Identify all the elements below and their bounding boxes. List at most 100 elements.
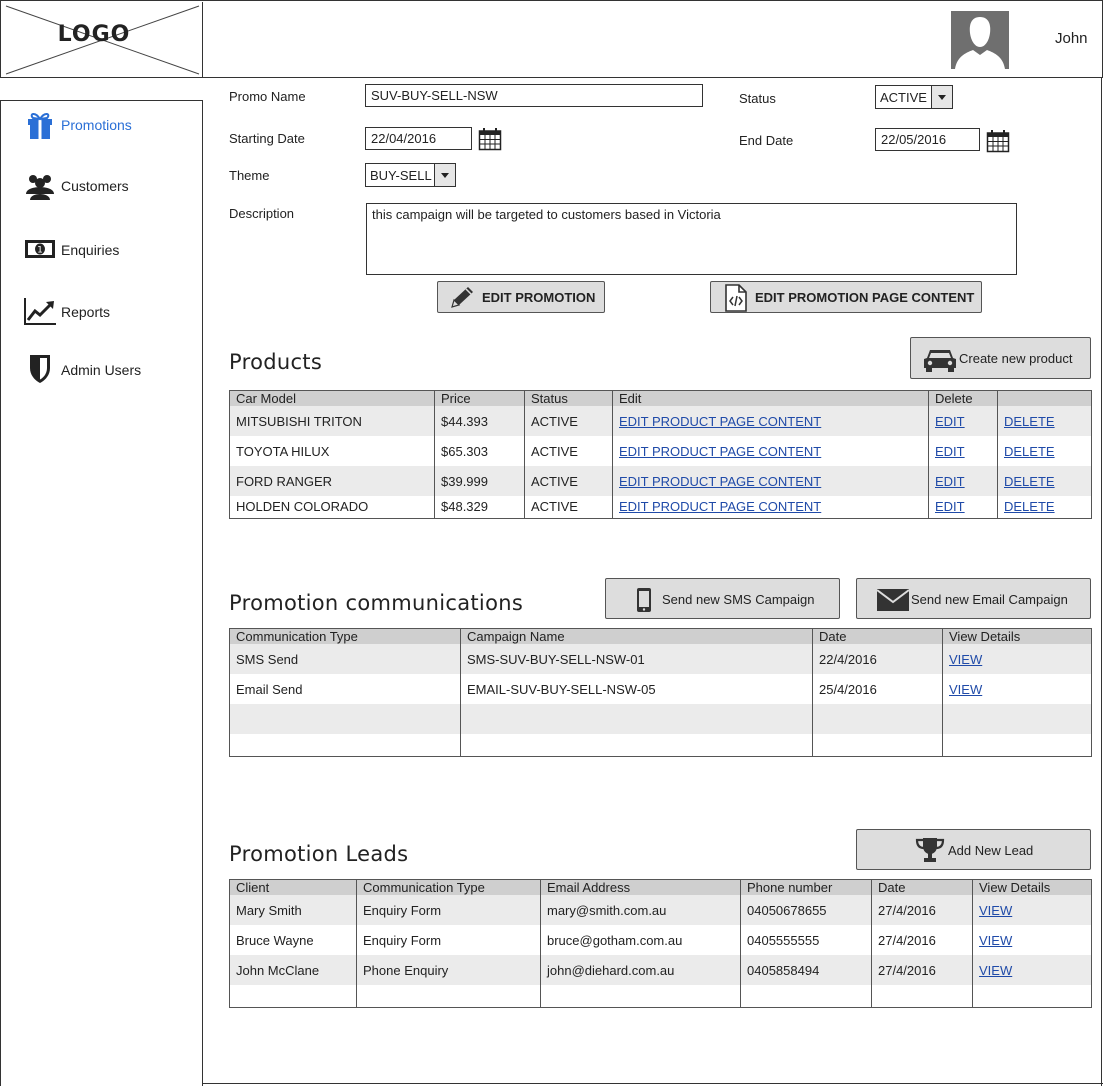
status-cell: ACTIVE: [524, 436, 613, 466]
date-cell: 25/4/2016: [812, 674, 943, 704]
column-header: Phone number: [740, 879, 872, 895]
date-cell: 27/4/2016: [871, 955, 973, 985]
sidebar-item-label: Promotions: [61, 117, 132, 133]
description-label: Description: [229, 206, 295, 221]
edit-product-page-content-link[interactable]: EDIT PRODUCT PAGE CONTENT: [619, 499, 821, 514]
column-header: Date: [812, 628, 943, 644]
status-label: Status: [739, 91, 776, 106]
column-header: Email Address: [540, 879, 741, 895]
sidebar-item-label: Enquiries: [61, 242, 120, 258]
envelope-icon: [876, 589, 910, 611]
communication-type-cell: Email Send: [236, 681, 303, 697]
edit-promotion-button[interactable]: EDIT PROMOTION: [437, 281, 605, 313]
user-avatar-icon: [951, 11, 1009, 69]
table-header-row: Communication Type Campaign Name Date Vi…: [229, 628, 1092, 644]
edit-product-link[interactable]: EDIT: [935, 474, 965, 489]
campaign-name-cell: EMAIL-SUV-BUY-SELL-NSW-05: [460, 674, 813, 704]
edit-product-page-content-link[interactable]: EDIT PRODUCT PAGE CONTENT: [619, 414, 821, 429]
table-row: MITSUBISHI TRITON $44.393 ACTIVE EDIT PR…: [229, 406, 1092, 436]
table-row-empty: [229, 704, 1092, 734]
pencil-icon: [451, 287, 473, 308]
send-sms-campaign-button[interactable]: Send new SMS Campaign: [605, 578, 840, 619]
view-details-link[interactable]: VIEW: [979, 933, 1012, 948]
chevron-down-icon[interactable]: [931, 86, 952, 108]
edit-product-page-content-link[interactable]: EDIT PRODUCT PAGE CONTENT: [619, 474, 821, 489]
column-header: Edit: [612, 390, 929, 406]
edit-product-link[interactable]: EDIT: [935, 414, 965, 429]
table-row: Mary Smith Enquiry Form mary@smith.com.a…: [229, 895, 1092, 925]
sidebar-item-customers[interactable]: Customers: [23, 168, 193, 202]
edit-promotion-page-content-button[interactable]: EDIT PROMOTION PAGE CONTENT: [710, 281, 982, 313]
sidebar-item-promotions[interactable]: Promotions: [23, 107, 193, 141]
logo[interactable]: LOGO: [2, 2, 203, 78]
edit-product-page-content-link[interactable]: EDIT PRODUCT PAGE CONTENT: [619, 444, 821, 459]
products-title: Products: [229, 350, 323, 374]
status-cell: ACTIVE: [524, 496, 613, 518]
price-cell: $39.999: [434, 466, 525, 496]
car-model-cell: FORD RANGER: [229, 466, 435, 496]
trophy-icon: [915, 838, 945, 862]
delete-product-link[interactable]: DELETE: [1004, 499, 1055, 514]
view-details-link[interactable]: VIEW: [949, 652, 982, 667]
users-icon: [26, 175, 54, 200]
send-email-campaign-button[interactable]: Send new Email Campaign: [856, 578, 1091, 619]
calendar-icon[interactable]: [478, 127, 502, 151]
column-header: Client: [229, 879, 357, 895]
edit-promotion-label: EDIT PROMOTION: [482, 290, 596, 305]
description-textarea[interactable]: this campaign will be targeted to custom…: [366, 203, 1017, 275]
communication-type-cell: Phone Enquiry: [356, 955, 541, 985]
start-date-input[interactable]: 22/04/2016: [365, 127, 472, 150]
date-cell: 22/4/2016: [812, 644, 943, 674]
view-details-link[interactable]: VIEW: [979, 903, 1012, 918]
column-header: Car Model: [229, 390, 435, 406]
sidebar-item-enquiries[interactable]: 1 Enquiries: [23, 232, 193, 266]
promo-name-input[interactable]: SUV-BUY-SELL-NSW: [365, 84, 703, 107]
column-header: Communication Type: [356, 879, 541, 895]
table-row: SMS Send SMS-SUV-BUY-SELL-NSW-01 22/4/20…: [229, 644, 1092, 674]
header: LOGO John: [0, 0, 1103, 78]
create-product-button[interactable]: Create new product: [910, 337, 1091, 379]
send-email-campaign-label: Send new Email Campaign: [911, 592, 1068, 607]
phone-cell: 04050678655: [740, 895, 872, 925]
sidebar-item-admin-users[interactable]: Admin Users: [23, 352, 193, 386]
end-date-input[interactable]: 22/05/2016: [875, 128, 980, 151]
gift-icon: [28, 113, 52, 139]
view-details-link[interactable]: VIEW: [979, 963, 1012, 978]
car-icon: [924, 350, 956, 372]
leads-table: Client Communication Type Email Address …: [229, 879, 1092, 1008]
status-select[interactable]: ACTIVE: [875, 85, 953, 109]
sidebar-item-reports[interactable]: Reports: [23, 294, 193, 328]
theme-select[interactable]: BUY-SELL: [365, 163, 456, 187]
client-cell: Mary Smith: [229, 895, 357, 925]
client-cell: John McClane: [229, 955, 357, 985]
price-cell: $48.329: [434, 496, 525, 518]
column-header: Price: [434, 390, 525, 406]
communication-type-cell: SMS Send: [229, 644, 461, 674]
car-model-cell: TOYOTA HILUX: [236, 443, 330, 459]
date-cell: 27/4/2016: [871, 925, 973, 955]
car-model-cell: MITSUBISHI TRITON: [229, 406, 435, 436]
products-table: Car Model Price Status Edit Delete MITSU…: [229, 390, 1092, 519]
delete-product-link[interactable]: DELETE: [1004, 414, 1055, 429]
column-header: Delete: [928, 390, 998, 406]
phone-cell: 0405555555: [740, 925, 872, 955]
client-cell: Bruce Wayne: [236, 932, 314, 948]
edit-product-link[interactable]: EDIT: [935, 499, 965, 514]
avatar[interactable]: [951, 11, 1009, 69]
view-details-link[interactable]: VIEW: [949, 682, 982, 697]
edit-product-link[interactable]: EDIT: [935, 444, 965, 459]
calendar-icon[interactable]: [986, 129, 1010, 153]
chevron-down-icon[interactable]: [434, 164, 455, 186]
delete-product-link[interactable]: DELETE: [1004, 474, 1055, 489]
sidebar: Promotions Customers 1 Enquiries Reports: [0, 100, 203, 1086]
delete-product-link[interactable]: DELETE: [1004, 444, 1055, 459]
user-name[interactable]: John: [1055, 30, 1088, 47]
mobile-phone-icon: [637, 588, 651, 612]
create-product-label: Create new product: [959, 351, 1073, 366]
start-date-label: Starting Date: [229, 131, 305, 146]
column-header: [997, 390, 1092, 406]
send-sms-campaign-label: Send new SMS Campaign: [662, 592, 815, 607]
email-cell: mary@smith.com.au: [540, 895, 741, 925]
table-row: TOYOTA HILUX $65.303 ACTIVE EDIT PRODUCT…: [230, 436, 1092, 466]
add-new-lead-button[interactable]: Add New Lead: [856, 829, 1091, 870]
